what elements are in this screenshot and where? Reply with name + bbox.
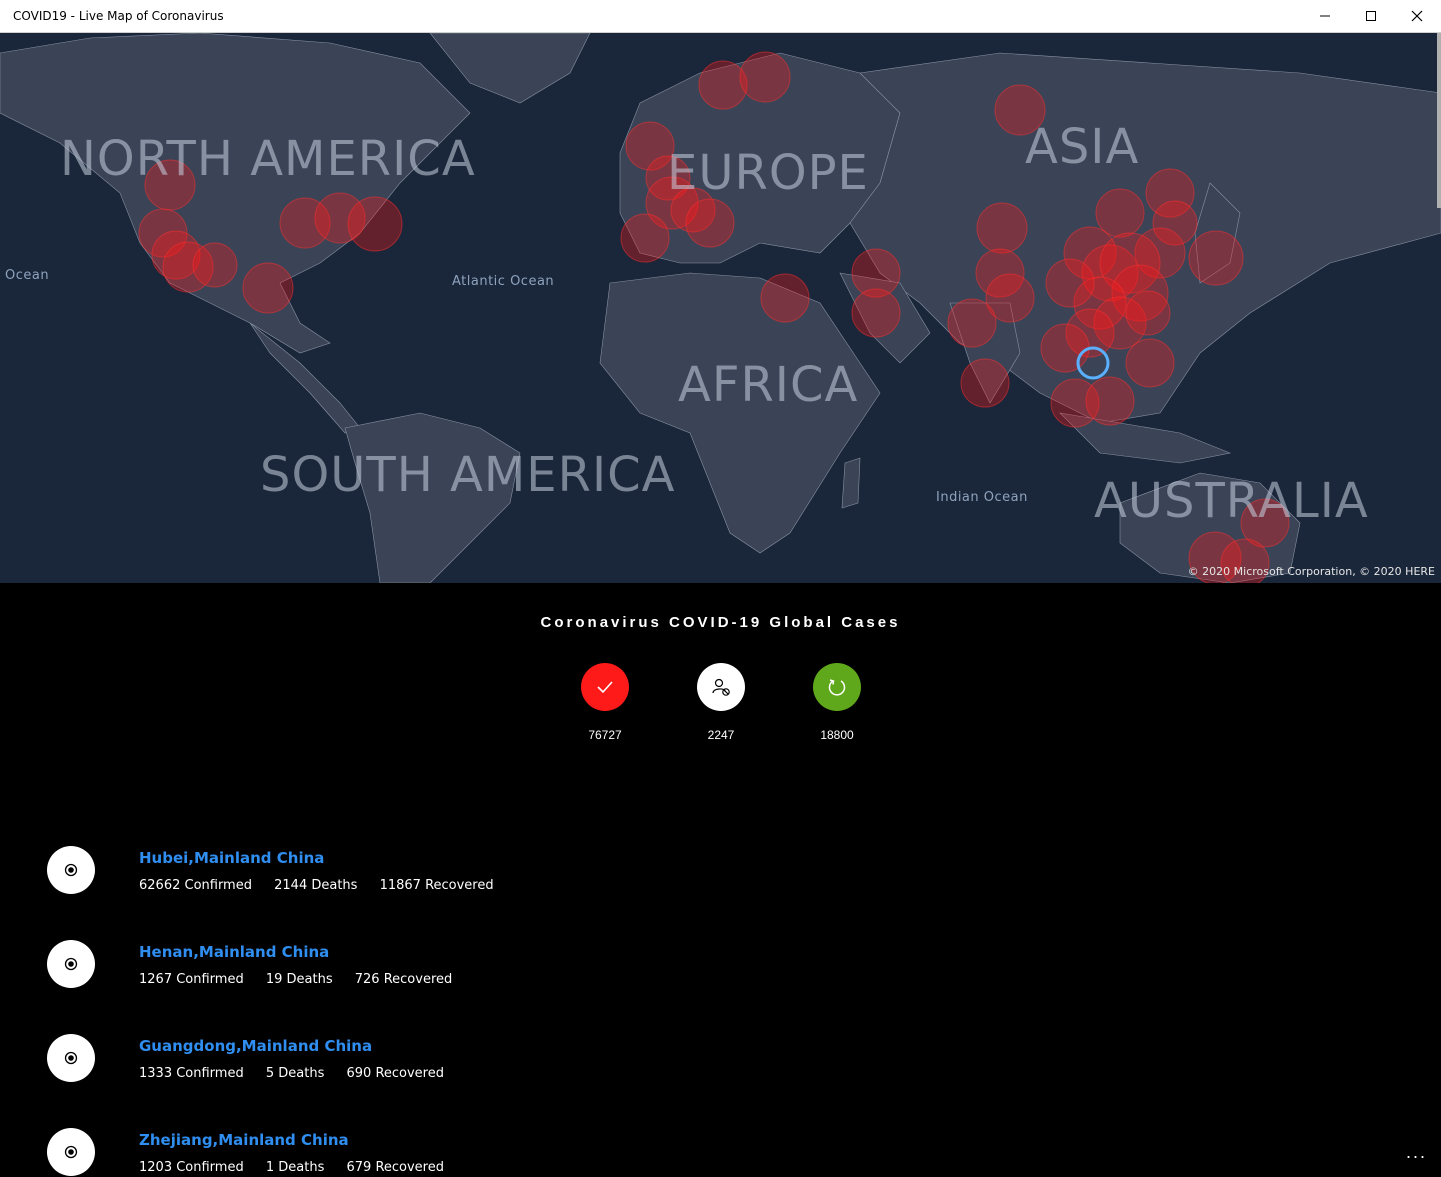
confirmed-count: 76727 bbox=[588, 728, 622, 742]
label-north-america: NORTH AMERICA bbox=[60, 131, 476, 187]
target-icon bbox=[64, 957, 78, 971]
list-item[interactable]: Hubei,Mainland China 62662 Confirmed 214… bbox=[0, 846, 1441, 926]
region-stats: 1203 Confirmed 1 Deaths 679 Recovered bbox=[139, 1160, 462, 1175]
deaths-text: 5 Deaths bbox=[265, 1066, 325, 1081]
minimize-icon bbox=[1320, 15, 1330, 17]
title-bar: COVID19 - Live Map of Coronavirus bbox=[0, 0, 1441, 33]
confirmed-text: 1267 Confirmed bbox=[139, 972, 244, 987]
maximize-button[interactable] bbox=[1348, 0, 1394, 32]
global-cases-title: Coronavirus COVID-19 Global Cases bbox=[540, 614, 901, 631]
deaths-text: 2144 Deaths bbox=[274, 878, 358, 893]
confirmed-button[interactable] bbox=[581, 663, 629, 711]
deaths-text: 19 Deaths bbox=[265, 972, 333, 987]
region-name[interactable]: Henan,Mainland China bbox=[139, 943, 329, 961]
confirmed-text: 62662 Confirmed bbox=[139, 878, 252, 893]
location-button[interactable] bbox=[47, 940, 95, 988]
deaths-stat: 2247 bbox=[676, 663, 766, 742]
location-button[interactable] bbox=[47, 846, 95, 894]
recovered-text: 690 Recovered bbox=[346, 1066, 445, 1081]
label-asia: ASIA bbox=[1025, 119, 1140, 175]
label-australia: AUSTRALIA bbox=[1094, 473, 1369, 529]
world-map[interactable]: NORTH AMERICA EUROPE ASIA AFRICA SOUTH A… bbox=[0, 33, 1441, 583]
location-button[interactable] bbox=[47, 1128, 95, 1176]
deaths-text: 1 Deaths bbox=[265, 1160, 325, 1175]
refresh-icon bbox=[828, 679, 846, 696]
label-africa: AFRICA bbox=[678, 357, 859, 413]
more-options-button[interactable]: ... bbox=[1406, 1142, 1427, 1163]
label-europe: EUROPE bbox=[667, 145, 869, 201]
list-item[interactable]: Guangdong,Mainland China 1333 Confirmed … bbox=[0, 1034, 1441, 1114]
region-name[interactable]: Hubei,Mainland China bbox=[139, 849, 324, 867]
list-item[interactable]: Zhejiang,Mainland China 1203 Confirmed 1… bbox=[0, 1128, 1441, 1177]
recovered-stat: 18800 bbox=[792, 663, 882, 742]
window-title: COVID19 - Live Map of Coronavirus bbox=[13, 9, 224, 23]
label-south-america: SOUTH AMERICA bbox=[260, 447, 676, 503]
recovered-text: 679 Recovered bbox=[346, 1160, 445, 1175]
label-indian-ocean: Indian Ocean bbox=[936, 490, 1028, 505]
maximize-icon bbox=[1366, 11, 1376, 21]
target-icon bbox=[64, 1051, 78, 1065]
deaths-count: 2247 bbox=[707, 728, 735, 742]
recovered-text: 726 Recovered bbox=[354, 972, 453, 987]
target-icon bbox=[64, 863, 78, 877]
map-copyright: © 2020 Microsoft Corporation, © 2020 HER… bbox=[1187, 565, 1435, 578]
person-blocked-icon bbox=[712, 678, 730, 696]
close-icon bbox=[1411, 10, 1423, 22]
check-icon bbox=[597, 681, 613, 694]
region-name[interactable]: Zhejiang,Mainland China bbox=[139, 1131, 349, 1149]
label-atlantic-ocean: Atlantic Ocean bbox=[452, 274, 555, 289]
label-ocean: Ocean bbox=[5, 268, 50, 283]
deaths-button[interactable] bbox=[697, 663, 745, 711]
confirmed-stat: 76727 bbox=[560, 663, 650, 742]
region-stats: 1267 Confirmed 19 Deaths 726 Recovered bbox=[139, 972, 470, 987]
recovered-button[interactable] bbox=[813, 663, 861, 711]
recovered-count: 18800 bbox=[820, 728, 854, 742]
confirmed-text: 1333 Confirmed bbox=[139, 1066, 244, 1081]
location-button[interactable] bbox=[47, 1034, 95, 1082]
scrollbar[interactable] bbox=[1437, 33, 1441, 208]
close-button[interactable] bbox=[1394, 0, 1440, 32]
target-icon bbox=[64, 1145, 78, 1159]
list-item[interactable]: Henan,Mainland China 1267 Confirmed 19 D… bbox=[0, 940, 1441, 1020]
recovered-text: 11867 Recovered bbox=[379, 878, 494, 893]
confirmed-text: 1203 Confirmed bbox=[139, 1160, 244, 1175]
region-name[interactable]: Guangdong,Mainland China bbox=[139, 1037, 372, 1055]
region-stats: 62662 Confirmed 2144 Deaths 11867 Recove… bbox=[139, 878, 512, 893]
minimize-button[interactable] bbox=[1302, 0, 1348, 32]
region-stats: 1333 Confirmed 5 Deaths 690 Recovered bbox=[139, 1066, 462, 1081]
